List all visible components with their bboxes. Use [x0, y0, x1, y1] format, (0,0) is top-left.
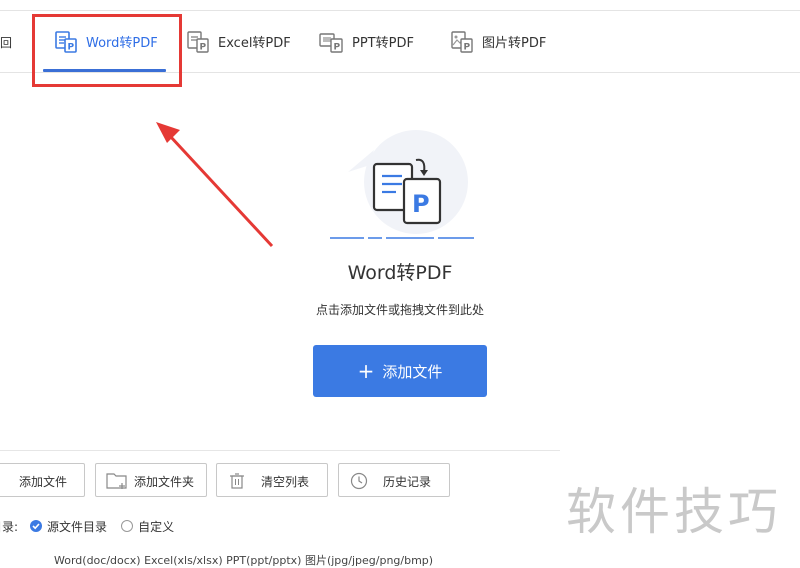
drop-hint: 点击添加文件或拖拽文件到此处: [315, 303, 484, 317]
radio-source-directory-label: 源文件目录: [47, 519, 108, 534]
back-button[interactable]: 返回: [0, 34, 12, 51]
annotation-highlight-box: [32, 14, 182, 87]
output-directory-row: 目录: 源文件目录 自定义: [0, 516, 174, 536]
svg-text:P: P: [412, 190, 430, 218]
excel-document-icon: P: [187, 30, 209, 53]
tab-excel-to-pdf[interactable]: P Excel转PDF: [186, 11, 291, 72]
radio-source-directory[interactable]: [30, 520, 43, 532]
trash-icon: [230, 473, 244, 489]
output-directory-label: 目录:: [0, 519, 19, 534]
toolbar-add-file-label: 添加文件: [19, 475, 68, 489]
svg-text:P: P: [334, 42, 341, 52]
toolbar-clear-list-button[interactable]: 清空列表: [216, 463, 328, 497]
svg-text:P: P: [464, 42, 471, 52]
tab-label: PPT转PDF: [352, 36, 414, 51]
toolbar-history-label: 历史记录: [383, 475, 432, 489]
svg-text:P: P: [200, 42, 207, 52]
toolbar-add-folder-button[interactable]: 添加文件夹: [95, 463, 207, 497]
folder-add-icon: [106, 473, 127, 489]
ppt-document-icon: P: [319, 32, 343, 53]
tab-ppt-to-pdf[interactable]: P PPT转PDF: [318, 11, 414, 72]
tab-label: 图片转PDF: [482, 36, 547, 51]
tab-label: Excel转PDF: [218, 36, 291, 51]
image-document-icon: P: [451, 30, 473, 53]
page-title: Word转PDF: [347, 262, 453, 284]
section-divider: [0, 450, 560, 451]
toolbar-history-button[interactable]: 历史记录: [338, 463, 450, 497]
toolbar-clear-list-label: 清空列表: [261, 475, 310, 489]
tab-image-to-pdf[interactable]: P 图片转PDF: [450, 11, 546, 72]
radio-custom-directory-label: 自定义: [138, 519, 175, 534]
watermark-text: 软件技巧: [566, 483, 782, 541]
supported-formats-text: Word(doc/docx) Excel(xls/xlsx) PPT(ppt/p…: [54, 554, 434, 567]
radio-custom-directory[interactable]: [121, 520, 134, 532]
check-icon: [32, 523, 40, 530]
plus-icon: +: [357, 359, 375, 383]
toolbar-add-folder-label: 添加文件夹: [134, 475, 195, 489]
add-file-label: 添加文件: [382, 362, 443, 381]
clock-icon: [350, 472, 368, 490]
word-to-pdf-illustration-icon: P: [330, 130, 474, 239]
toolbar-add-file-button[interactable]: 添加文件: [0, 463, 85, 497]
add-file-button[interactable]: + 添加文件: [313, 345, 487, 397]
